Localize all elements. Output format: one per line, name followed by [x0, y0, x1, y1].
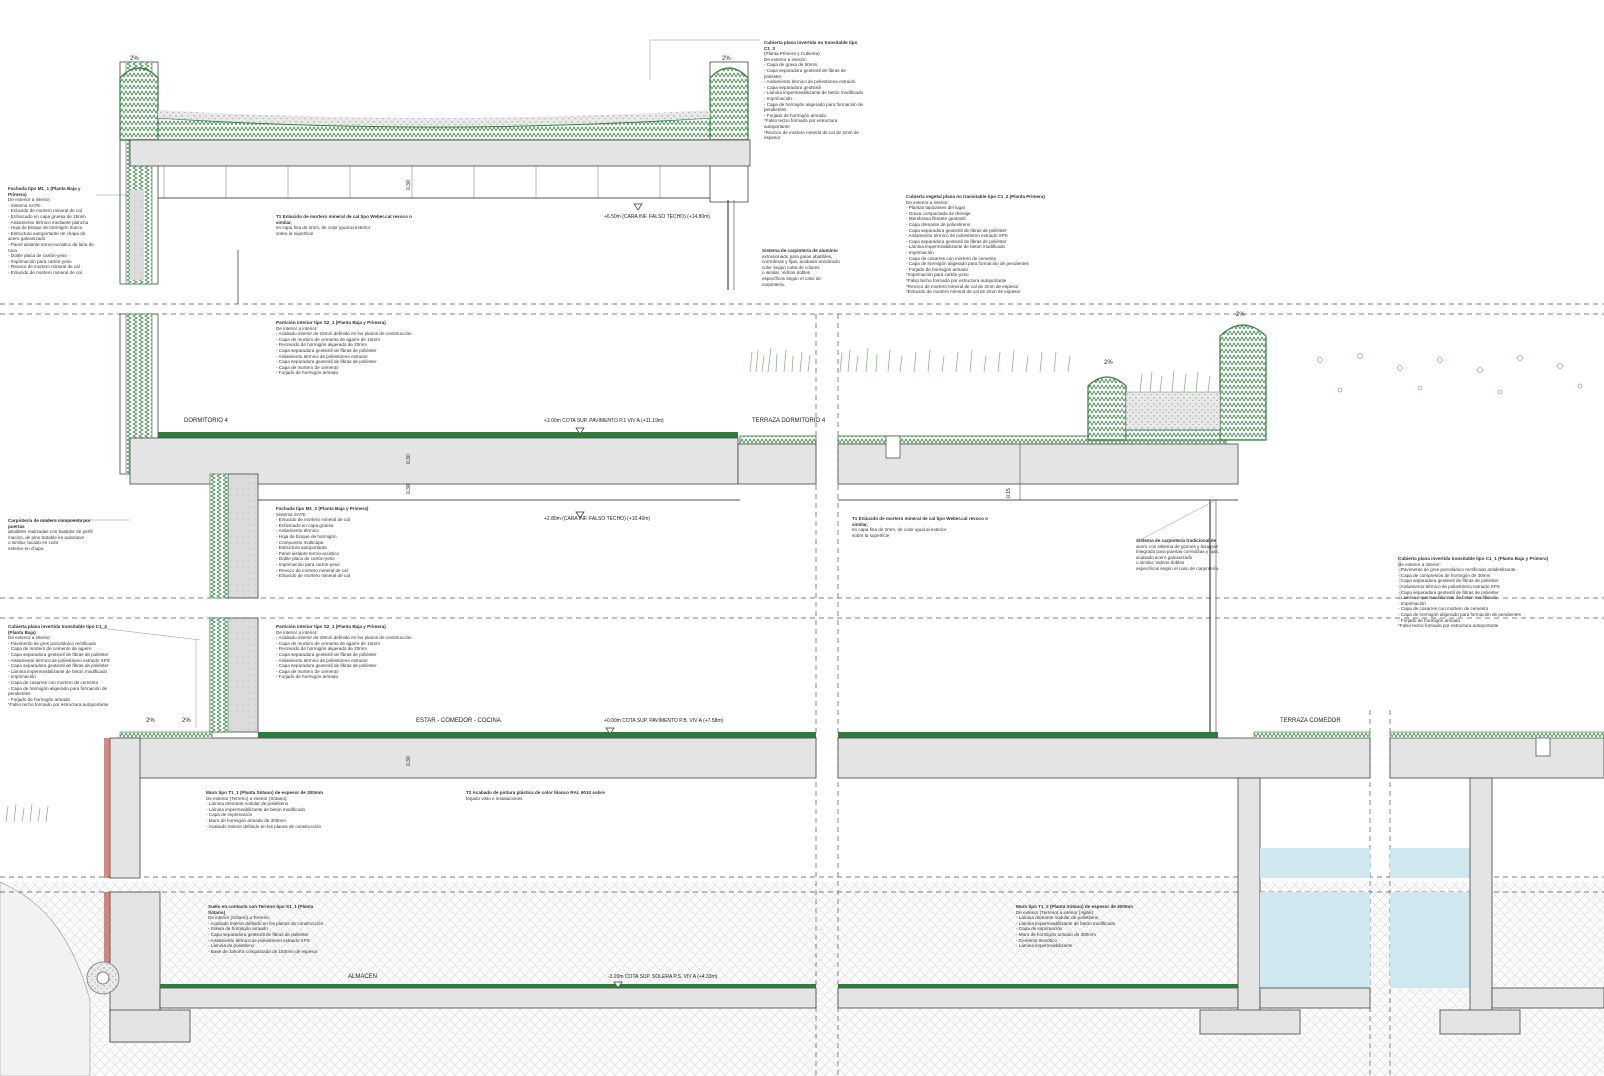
note-particion-pb: Partición interior tipo S2_1 (Planta Baj… [276, 624, 412, 680]
note-t1-mid: T1 Enlucido de mortero mineral de cal ti… [852, 516, 988, 538]
level-markers [575, 203, 643, 989]
slope-5: 2% [146, 718, 155, 724]
dim-030-p1b: 0.30 [406, 484, 412, 494]
note-fachada-m1-1: Fachada tipo M1_1 (Planta Baja y Primera… [8, 186, 94, 275]
dim-030-pb: 0.30 [406, 756, 412, 766]
note-cubierta-c1-4: Cubierta plana invertida transitable tip… [8, 624, 110, 708]
room-estar: ESTAR - COMEDOR - COCINA [416, 718, 501, 724]
room-terraza-comedor: TERRAZA COMEDOR [1280, 718, 1341, 724]
note-carpinteria-acero: Sistema de carpintería tradicional de ac… [1136, 538, 1220, 571]
room-terraza-dormitorio: TERRAZA DORMITORIO 4 [752, 418, 826, 424]
note-particion-p1: Partición interior tipo S2_1 (Planta Baj… [276, 320, 412, 376]
note-carpinteria-madera: Carpintería de madera compuesta por puer… [8, 518, 93, 551]
note-t1-top: T1 Enlucido de mortero mineral de cal ti… [276, 214, 412, 236]
slope-1: 2% [130, 56, 139, 62]
dim-030-p1: 0.30 [406, 454, 412, 464]
dim-015: 0.15 [1006, 488, 1012, 498]
note-cubierta-c1-1: Cubierta plana invertida transitable tip… [1398, 556, 1549, 629]
level-floor-p1: +3.00m COTA SUP. PAVIMENTO P.1 VIV A (+1… [544, 418, 664, 424]
note-cubierta-c1-3: Cubierta plana invertida no transitable … [764, 40, 864, 141]
room-dormitorio: DORMITORIO 4 [184, 418, 229, 424]
note-title: Cubierta plana invertida no transitable … [764, 40, 858, 51]
dim-030-top: 0.30 [406, 180, 412, 190]
note-fachada-m1-2: Fachada tipo M1_2 (Planta Baja y Primera… [276, 506, 369, 579]
construction-section-drawing: DORMITORIO 4 TERRAZA DORMITORIO 4 ESTAR … [0, 0, 1604, 1076]
level-ceiling-top: +6.50m (CARA INF. FALSO TECHO) (+14.80m) [604, 214, 710, 220]
note-carpinteria: Sistema de carpintería de aluminio extru… [762, 248, 840, 287]
level-floor-pb: +0.00m COTA SUP. PAVIMENTO P.B. VIV A (+… [604, 718, 724, 724]
slope-2: 2% [722, 56, 731, 62]
slope-3: 2% [1236, 312, 1245, 318]
level-ceiling-mid: +2.80m (CARA INF. FALSO TECHO) (+10.40m) [544, 516, 650, 522]
slope-6: 2% [182, 718, 191, 724]
note-muro-t1-1: Muro tipo T1_1 (Planta Sótano) de espeso… [206, 790, 323, 829]
room-almacen: ALMACEN [348, 974, 377, 980]
roof-top [119, 61, 751, 290]
note-suelo-s1-1: Suelo en contacto con Terreno tipo S1_1 … [208, 904, 324, 954]
slope-4: 2% [1104, 360, 1113, 366]
note-cubierta-c1-2: Cubierta vegetal plana no transitable ti… [906, 194, 1045, 295]
level-floor-ps: -3.20m COTA SUP. SOLERA P.S. VIV A (+4.3… [608, 974, 718, 980]
note-t2: T2 Acabado de pintura plástica de color … [466, 790, 605, 801]
note-muro-t1-2: Muro tipo T1_2 (Planta Sótano) de espeso… [1016, 904, 1133, 949]
